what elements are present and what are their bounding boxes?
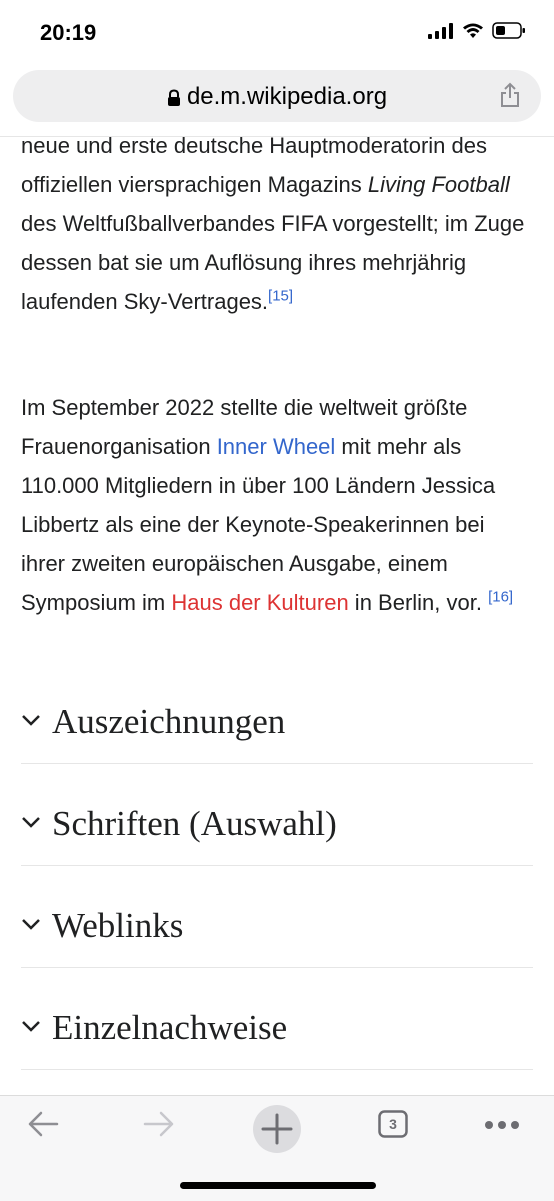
haus-der-kulturen-link[interactable]: Haus der Kulturen bbox=[171, 590, 348, 615]
section-title: Einzelnachweise bbox=[52, 1008, 288, 1047]
section-title: Auszeichnungen bbox=[52, 702, 286, 741]
paragraph: neue und erste deutsche Hauptmoderatorin… bbox=[21, 133, 525, 314]
battery-icon bbox=[492, 22, 525, 39]
reference-link-15[interactable]: [15] bbox=[268, 288, 293, 305]
url-text: de.m.wikipedia.org bbox=[186, 83, 388, 110]
section-title: Weblinks bbox=[52, 906, 184, 945]
more-options-icon[interactable] bbox=[484, 1120, 520, 1130]
wifi-icon bbox=[463, 23, 483, 38]
tab-count: 3 bbox=[389, 1116, 397, 1132]
back-arrow-icon[interactable] bbox=[26, 1108, 60, 1140]
inner-wheel-link[interactable]: Inner Wheel bbox=[217, 434, 336, 459]
tab-switcher-button[interactable]: 3 bbox=[378, 1110, 408, 1138]
status-time: 20:19 bbox=[40, 20, 97, 45]
lock-icon bbox=[167, 89, 180, 106]
address-bar[interactable]: de.m.wikipedia.org bbox=[13, 70, 541, 122]
status-bar: 20:19 bbox=[0, 0, 554, 62]
section-auszeichnungen[interactable]: Auszeichnungen bbox=[21, 662, 533, 764]
chevron-down-icon bbox=[22, 1021, 40, 1032]
chevron-down-icon bbox=[22, 715, 40, 726]
signal-icon bbox=[428, 22, 453, 39]
status-icons bbox=[428, 22, 526, 39]
section-title: Schriften (Auswahl) bbox=[52, 804, 337, 843]
chevron-down-icon bbox=[22, 919, 40, 930]
forward-arrow-icon[interactable] bbox=[142, 1108, 176, 1140]
paragraph: Im September 2022 stellte die weltweit g… bbox=[21, 395, 514, 615]
reference-link-16[interactable]: [16] bbox=[488, 589, 513, 606]
section-einzelnachweise[interactable]: Einzelnachweise bbox=[21, 968, 533, 1070]
section-schriften[interactable]: Schriften (Auswahl) bbox=[21, 764, 533, 866]
home-indicator[interactable] bbox=[180, 1182, 376, 1189]
chevron-down-icon bbox=[22, 817, 40, 828]
share-icon[interactable] bbox=[499, 82, 521, 108]
magazine-title: Living Football bbox=[367, 172, 510, 197]
new-tab-plus-icon[interactable] bbox=[252, 1104, 302, 1154]
section-weblinks[interactable]: Weblinks bbox=[21, 866, 533, 968]
